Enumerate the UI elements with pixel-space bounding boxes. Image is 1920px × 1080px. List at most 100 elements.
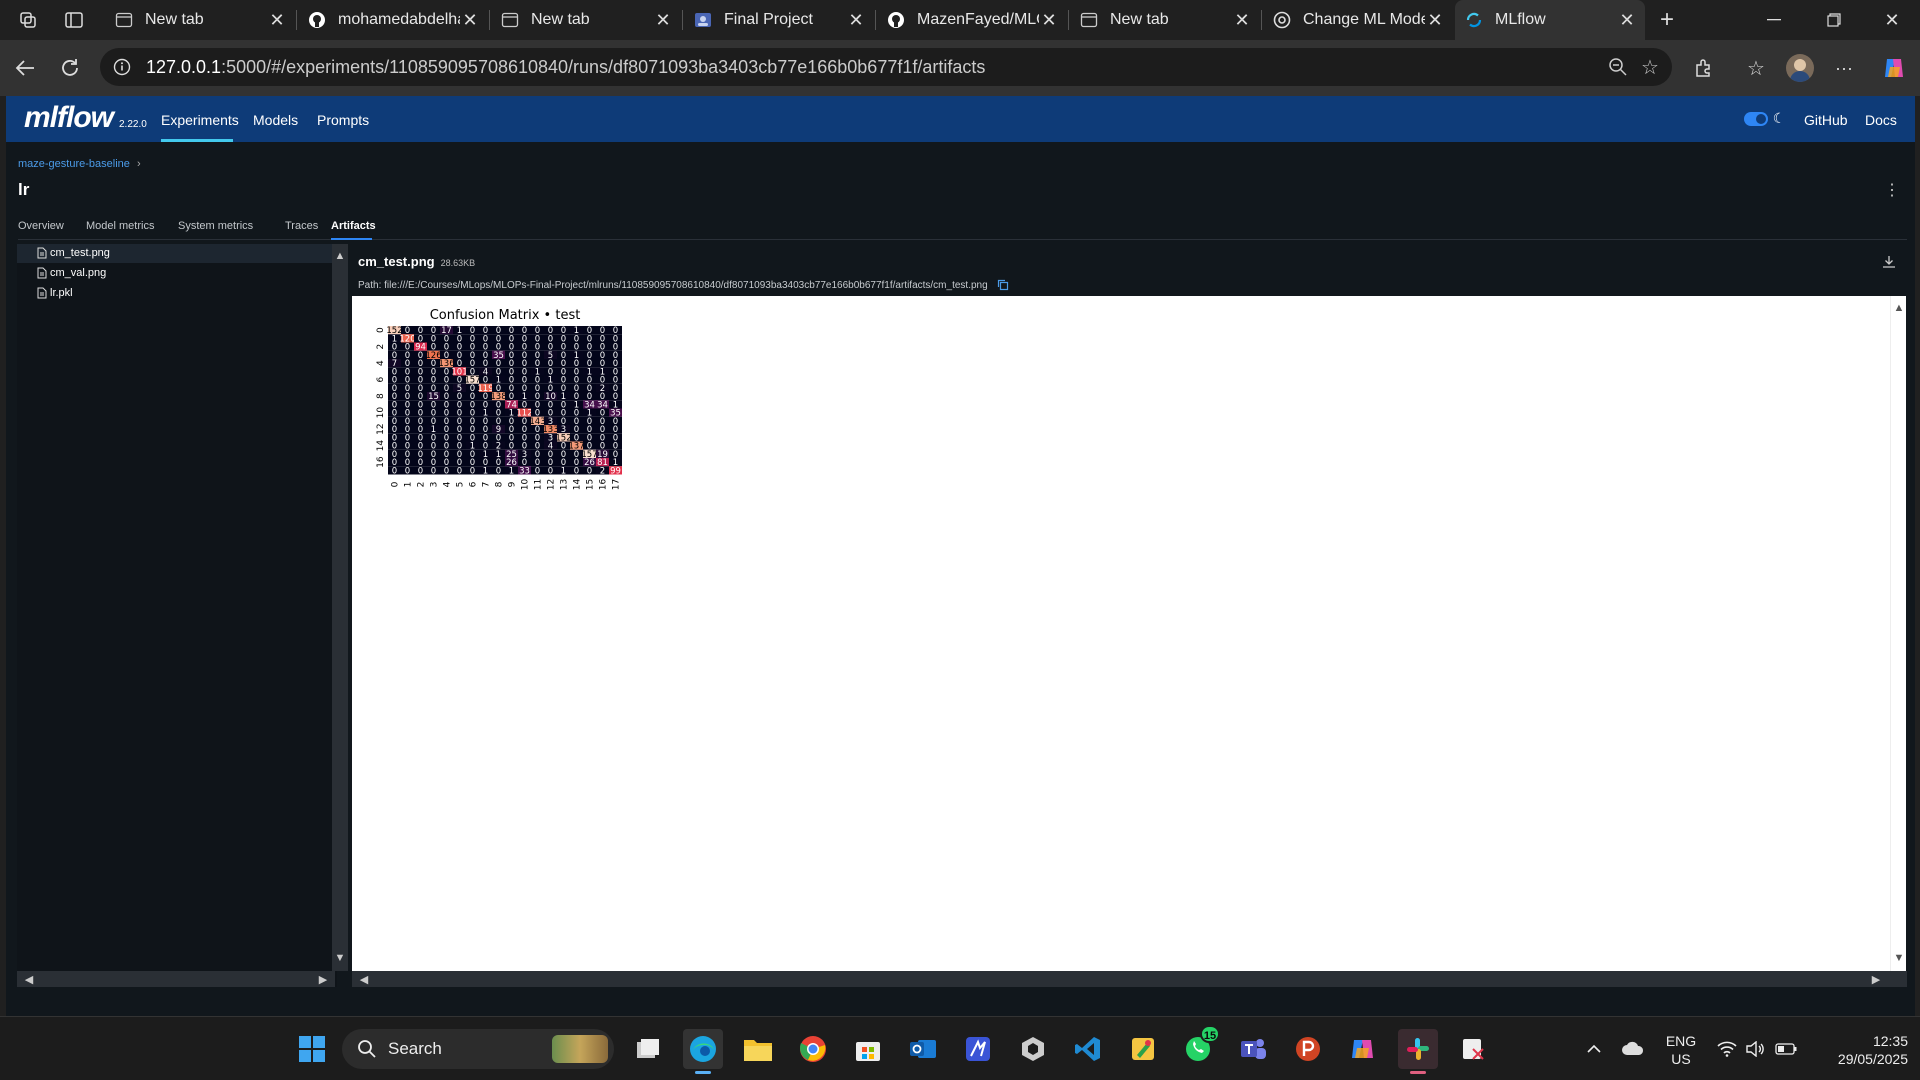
mlflow-header: mlflow 2.22.0 Experiments Models Prompts… <box>6 96 1915 142</box>
extensions-icon[interactable] <box>1692 56 1716 80</box>
tab-label: Change ML Model <box>1303 11 1425 28</box>
close-tab-icon[interactable]: ✕ <box>1039 10 1059 31</box>
copilot-app-icon[interactable] <box>1343 1029 1383 1069</box>
kebab-menu-icon[interactable]: ⋮ <box>1884 180 1900 200</box>
cell-value: 0 <box>496 466 501 476</box>
whatsapp-icon[interactable]: 15 <box>1178 1025 1220 1069</box>
taskbar-search[interactable]: Search <box>342 1029 614 1069</box>
tab-system-metrics[interactable]: System metrics <box>178 220 253 232</box>
wifi-icon[interactable] <box>1716 1039 1738 1059</box>
tab-artifacts[interactable]: Artifacts <box>331 220 376 232</box>
zoom-out-icon[interactable] <box>1608 57 1628 77</box>
profile-avatar[interactable] <box>1786 54 1814 82</box>
app-icon[interactable] <box>958 1029 998 1069</box>
nav-prompts[interactable]: Prompts <box>317 112 369 128</box>
cell-value: 0 <box>587 466 592 476</box>
close-tab-icon[interactable]: ✕ <box>1425 10 1445 31</box>
chrome-icon[interactable] <box>793 1029 833 1069</box>
browser-tab[interactable]: New tab ✕ <box>491 0 681 40</box>
active-app-indicator <box>1410 1071 1426 1074</box>
edge-browser-icon[interactable] <box>683 1029 723 1074</box>
volume-icon[interactable] <box>1744 1039 1766 1059</box>
microsoft-store-icon[interactable] <box>848 1029 888 1069</box>
close-window-icon[interactable]: ✕ <box>1880 10 1904 30</box>
nav-experiments[interactable]: Experiments <box>161 112 239 128</box>
new-tab-plus-icon[interactable]: + <box>1655 6 1679 33</box>
tree-horizontal-scrollbar[interactable]: ◀ ▶ <box>17 971 335 987</box>
file-row[interactable]: cm_test.png <box>37 247 110 259</box>
tab-overview[interactable]: Overview <box>18 220 64 232</box>
scroll-right-icon[interactable]: ▶ <box>317 973 329 986</box>
docs-link[interactable]: Docs <box>1865 112 1897 128</box>
paint-icon[interactable] <box>1123 1029 1163 1069</box>
site-info-icon[interactable] <box>112 57 132 77</box>
file-row[interactable]: lr.pkl <box>37 287 73 299</box>
nav-active-indicator <box>161 139 233 142</box>
refresh-icon[interactable] <box>58 56 82 80</box>
theme-toggle[interactable] <box>1744 112 1768 126</box>
language-indicator[interactable]: ENG US <box>1664 1032 1698 1068</box>
tab-label: New tab <box>1110 11 1169 28</box>
teams-icon[interactable] <box>1233 1029 1273 1069</box>
scroll-up-icon[interactable]: ▲ <box>1893 302 1905 314</box>
task-view-icon[interactable] <box>628 1029 668 1069</box>
close-tab-icon[interactable]: ✕ <box>1232 10 1252 31</box>
browser-tab[interactable]: Change ML Model ✕ <box>1263 0 1453 40</box>
download-icon[interactable] <box>1881 254 1897 270</box>
battery-icon[interactable] <box>1774 1039 1798 1059</box>
copilot-icon[interactable] <box>1880 54 1908 82</box>
newtab-icon <box>1080 11 1098 29</box>
browser-tab[interactable]: Final Project ✕ <box>684 0 874 40</box>
preview-horizontal-scrollbar[interactable]: ◀ ▶ <box>352 971 1907 987</box>
restore-icon[interactable] <box>1822 10 1846 30</box>
file-explorer-icon[interactable] <box>738 1029 778 1069</box>
close-tab-icon[interactable]: ✕ <box>267 10 287 31</box>
browser-tab[interactable]: New tab ✕ <box>105 0 295 40</box>
copy-icon[interactable] <box>996 278 1010 292</box>
powerpoint-icon[interactable] <box>1288 1029 1328 1069</box>
file-icon <box>37 267 47 279</box>
mlflow-logo[interactable]: mlflow 2.22.0 <box>24 101 147 135</box>
github-link[interactable]: GitHub <box>1804 112 1848 128</box>
language-code: ENG <box>1665 1033 1697 1049</box>
close-tab-icon[interactable]: ✕ <box>1617 10 1637 31</box>
slack-icon[interactable] <box>1398 1029 1438 1074</box>
workspaces-icon[interactable] <box>18 10 38 30</box>
scroll-right-icon[interactable]: ▶ <box>1870 973 1882 986</box>
scroll-left-icon[interactable]: ◀ <box>358 973 370 986</box>
browser-tab-active[interactable]: MLflow ✕ <box>1455 0 1645 40</box>
close-tab-icon[interactable]: ✕ <box>460 10 480 31</box>
more-options-icon[interactable]: ··· <box>1832 56 1856 80</box>
outlook-icon[interactable] <box>903 1029 943 1069</box>
file-row[interactable]: cm_val.png <box>37 267 106 279</box>
tree-vscroll[interactable]: ▲ ▼ <box>332 244 348 971</box>
minimize-icon[interactable] <box>1762 10 1786 30</box>
browser-tab[interactable]: MazenFayed/MLOps ✕ <box>877 0 1067 40</box>
breadcrumb-experiment[interactable]: maze-gesture-baseline <box>18 158 130 170</box>
address-bar[interactable]: 127.0.0.1:5000/#/experiments/11085909570… <box>100 48 1672 86</box>
tab-traces[interactable]: Traces <box>285 220 318 232</box>
nav-models[interactable]: Models <box>253 112 298 128</box>
preview-vertical-scrollbar[interactable]: ▲ ▼ <box>1890 296 1906 972</box>
favorite-star-icon[interactable]: ☆ <box>1640 57 1660 79</box>
onedrive-cloud-icon[interactable] <box>1620 1037 1646 1059</box>
chevron-up-icon[interactable] <box>1584 1039 1604 1059</box>
scroll-left-icon[interactable]: ◀ <box>23 973 35 986</box>
tab-model-metrics[interactable]: Model metrics <box>86 220 154 232</box>
unity-icon[interactable] <box>1013 1029 1053 1069</box>
scroll-down-icon[interactable]: ▼ <box>1893 952 1905 964</box>
windows-start-icon[interactable] <box>292 1029 332 1069</box>
back-arrow-icon[interactable] <box>12 56 38 80</box>
cell-value: 0 <box>405 466 410 476</box>
vertical-tabs-icon[interactable] <box>64 10 84 30</box>
browser-tab[interactable]: New tab ✕ <box>1070 0 1260 40</box>
browser-tab[interactable]: mohamedabdelhamid ✕ <box>298 0 488 40</box>
vscode-icon[interactable] <box>1068 1029 1108 1069</box>
close-tab-icon[interactable]: ✕ <box>653 10 673 31</box>
system-clock[interactable]: 12:35 29/05/2025 <box>1808 1032 1908 1068</box>
favorites-icon[interactable]: ☆ <box>1744 56 1768 80</box>
snipping-tool-icon[interactable] <box>1453 1029 1493 1069</box>
scroll-down-icon[interactable]: ▼ <box>334 952 346 964</box>
close-tab-icon[interactable]: ✕ <box>846 10 866 31</box>
scroll-up-icon[interactable]: ▲ <box>334 250 346 262</box>
